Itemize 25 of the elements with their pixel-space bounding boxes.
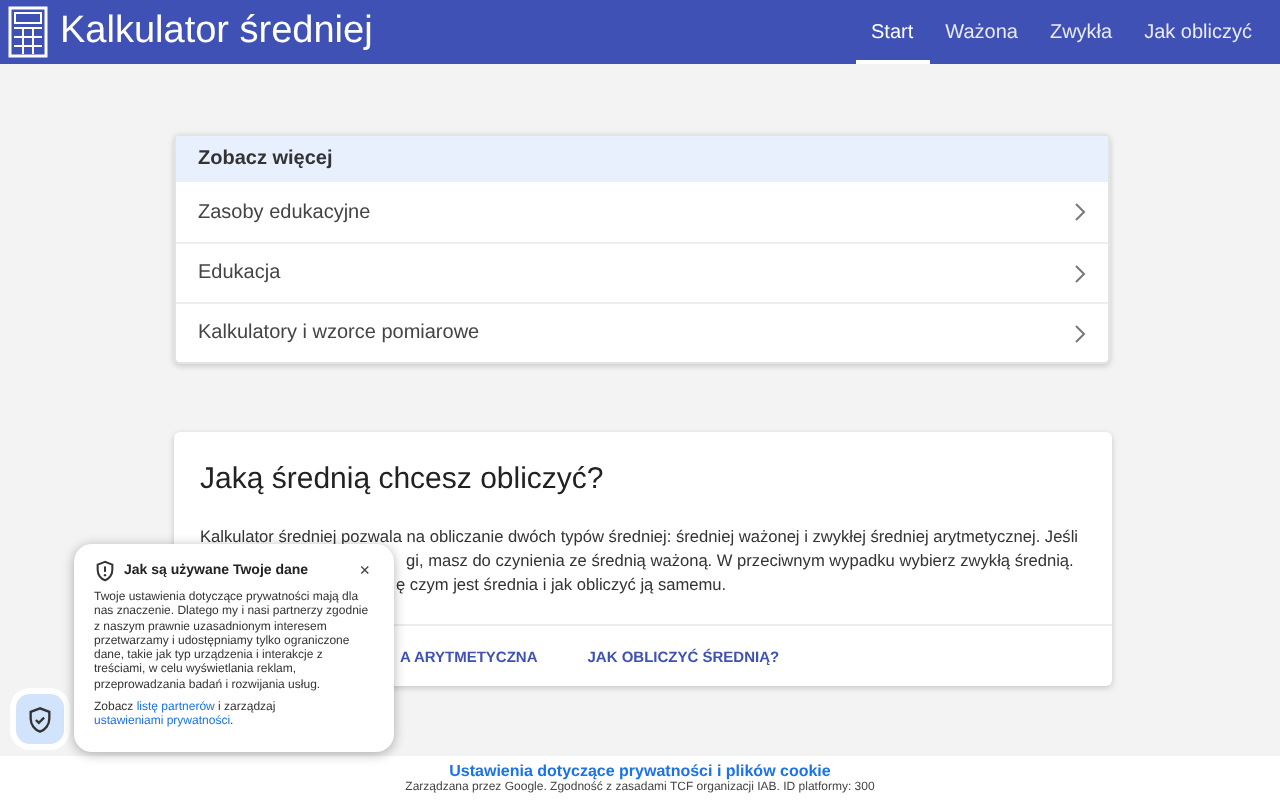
privacy-settings-link[interactable]: Ustawienia dotyczące prywatności i plików cookie [449,762,831,780]
nav-tab[interactable]: Jak obliczyć [1128,0,1268,64]
card-heading: Zobacz więcej [176,136,1108,182]
link-label: Edukacja [198,262,281,284]
shield-icon [94,559,116,581]
privacy-button[interactable] [16,694,64,744]
link-label: Zasoby edukacyjne [198,201,371,223]
paragraph-line: Kalkulator średniej pozwala na obliczanie dwóch typów średniej: średniej ważonej i zwykłej średniej arytmetycznej. Jeśli [200,524,1079,548]
card-title: Jaką średnią chcesz obliczyć? [200,462,606,496]
paragraph-line: ę czym jest średnia i jak obliczyć ją samemu. [396,572,727,596]
chevron-right-icon [1074,323,1086,343]
link-row[interactable]: Edukacja [176,242,1108,302]
chevron-right-icon [1074,263,1086,283]
site-title: Kalkulator średniej [60,10,373,54]
nav-tab[interactable]: Zwykła [1033,0,1129,64]
shield-check-icon [26,705,54,733]
link-row[interactable]: Kalkulatory i wzorce pomiarowe [176,302,1108,362]
calculator-icon [8,6,48,58]
close-button[interactable]: × [355,561,374,579]
nav-tab[interactable]: Ważona [929,0,1034,64]
chevron-right-icon [1074,202,1086,222]
paragraph-line: gi, masz do czynienia ze średnią ważoną. W przeciwnym wypadku wybierz zwykłą średnią. [406,548,1074,572]
link-label: Kalkulatory i wzorce pomiarowe [198,322,480,344]
link-row[interactable]: Zasoby edukacyjne [176,182,1108,242]
nav-tab[interactable]: Start [855,0,930,64]
